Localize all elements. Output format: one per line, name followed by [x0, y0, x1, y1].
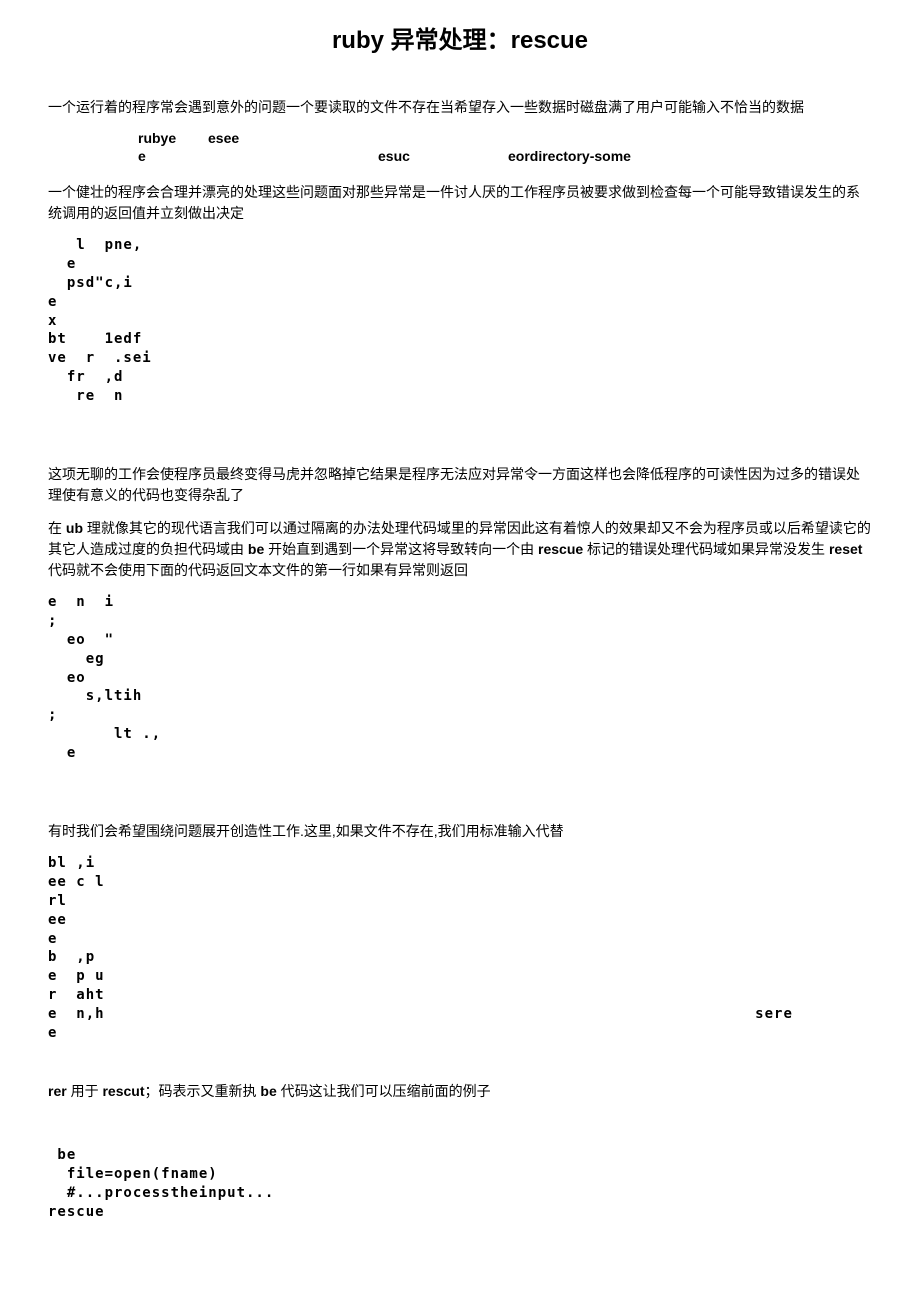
text: 在	[48, 520, 66, 536]
keyword-rescue: rescue	[538, 541, 583, 557]
keyword-be: be	[248, 541, 264, 557]
keyword-rescut: rescut	[102, 1083, 144, 1099]
text: 开始直到遇到一个异常这将导致转向一个由	[264, 541, 538, 557]
keyword-rer: rer	[48, 1083, 67, 1099]
inline-row-1: rubye esee	[48, 130, 872, 146]
keyword-ub: ub	[66, 520, 83, 536]
paragraph-3: 这项无聊的工作会使程序员最终变得马虎并忽略掉它结果是程序无法应对异常令一方面这样…	[48, 464, 872, 506]
paragraph-6: rer 用于 rescut；码表示又重新执 be 代码这让我们可以压缩前面的例子	[48, 1081, 872, 1102]
text: ；码表示又重新执	[145, 1083, 261, 1099]
page-title: ruby 异常处理：rescue	[48, 20, 872, 55]
cell	[378, 130, 508, 146]
paragraph-4: 在 ub 理就像其它的现代语言我们可以通过隔离的办法处理代码域里的异常因此这有着…	[48, 518, 872, 581]
paragraph-2: 一个健壮的程序会合理并漂亮的处理这些问题面对那些异常是一件讨人厌的工作程序员被要…	[48, 182, 872, 224]
paragraph-1: 一个运行着的程序常会遇到意外的问题一个要读取的文件不存在当希望存入一些数据时磁盘…	[48, 97, 872, 118]
text: 代码就不会使用下面的代码返回文本文件的第一行如果有异常则返回	[48, 562, 468, 578]
inline-row-2: e esuc eordirectory-some	[48, 148, 872, 164]
cell: rubye	[48, 130, 208, 146]
cell	[508, 130, 658, 146]
keyword-be2: be	[260, 1083, 276, 1099]
keyword-reset: reset	[829, 541, 862, 557]
cell: esee	[208, 130, 378, 146]
code-block-2: e n i ; eo " eg eo s,ltih ; lt ., e	[48, 593, 872, 763]
code-block-4: be file=open(fname) #...processtheinput.…	[48, 1146, 872, 1222]
paragraph-5: 有时我们会希望围绕问题展开创造性工作.这里,如果文件不存在,我们用标准输入代替	[48, 821, 872, 842]
cell: esuc	[378, 148, 508, 164]
cell: eordirectory-some	[508, 148, 658, 164]
text: 标记的错误处理代码域如果异常没发生	[583, 541, 829, 557]
text: 代码这让我们可以压缩前面的例子	[277, 1083, 491, 1099]
code-block-1: l pne, e psd"c,i e x bt 1edf ve r .sei f…	[48, 236, 872, 406]
cell	[208, 148, 378, 164]
cell: e	[48, 148, 208, 164]
text: 用于	[67, 1083, 103, 1099]
code-block-3: bl ,i ee c l rl ee e b ,p e p u r aht e …	[48, 854, 872, 1043]
